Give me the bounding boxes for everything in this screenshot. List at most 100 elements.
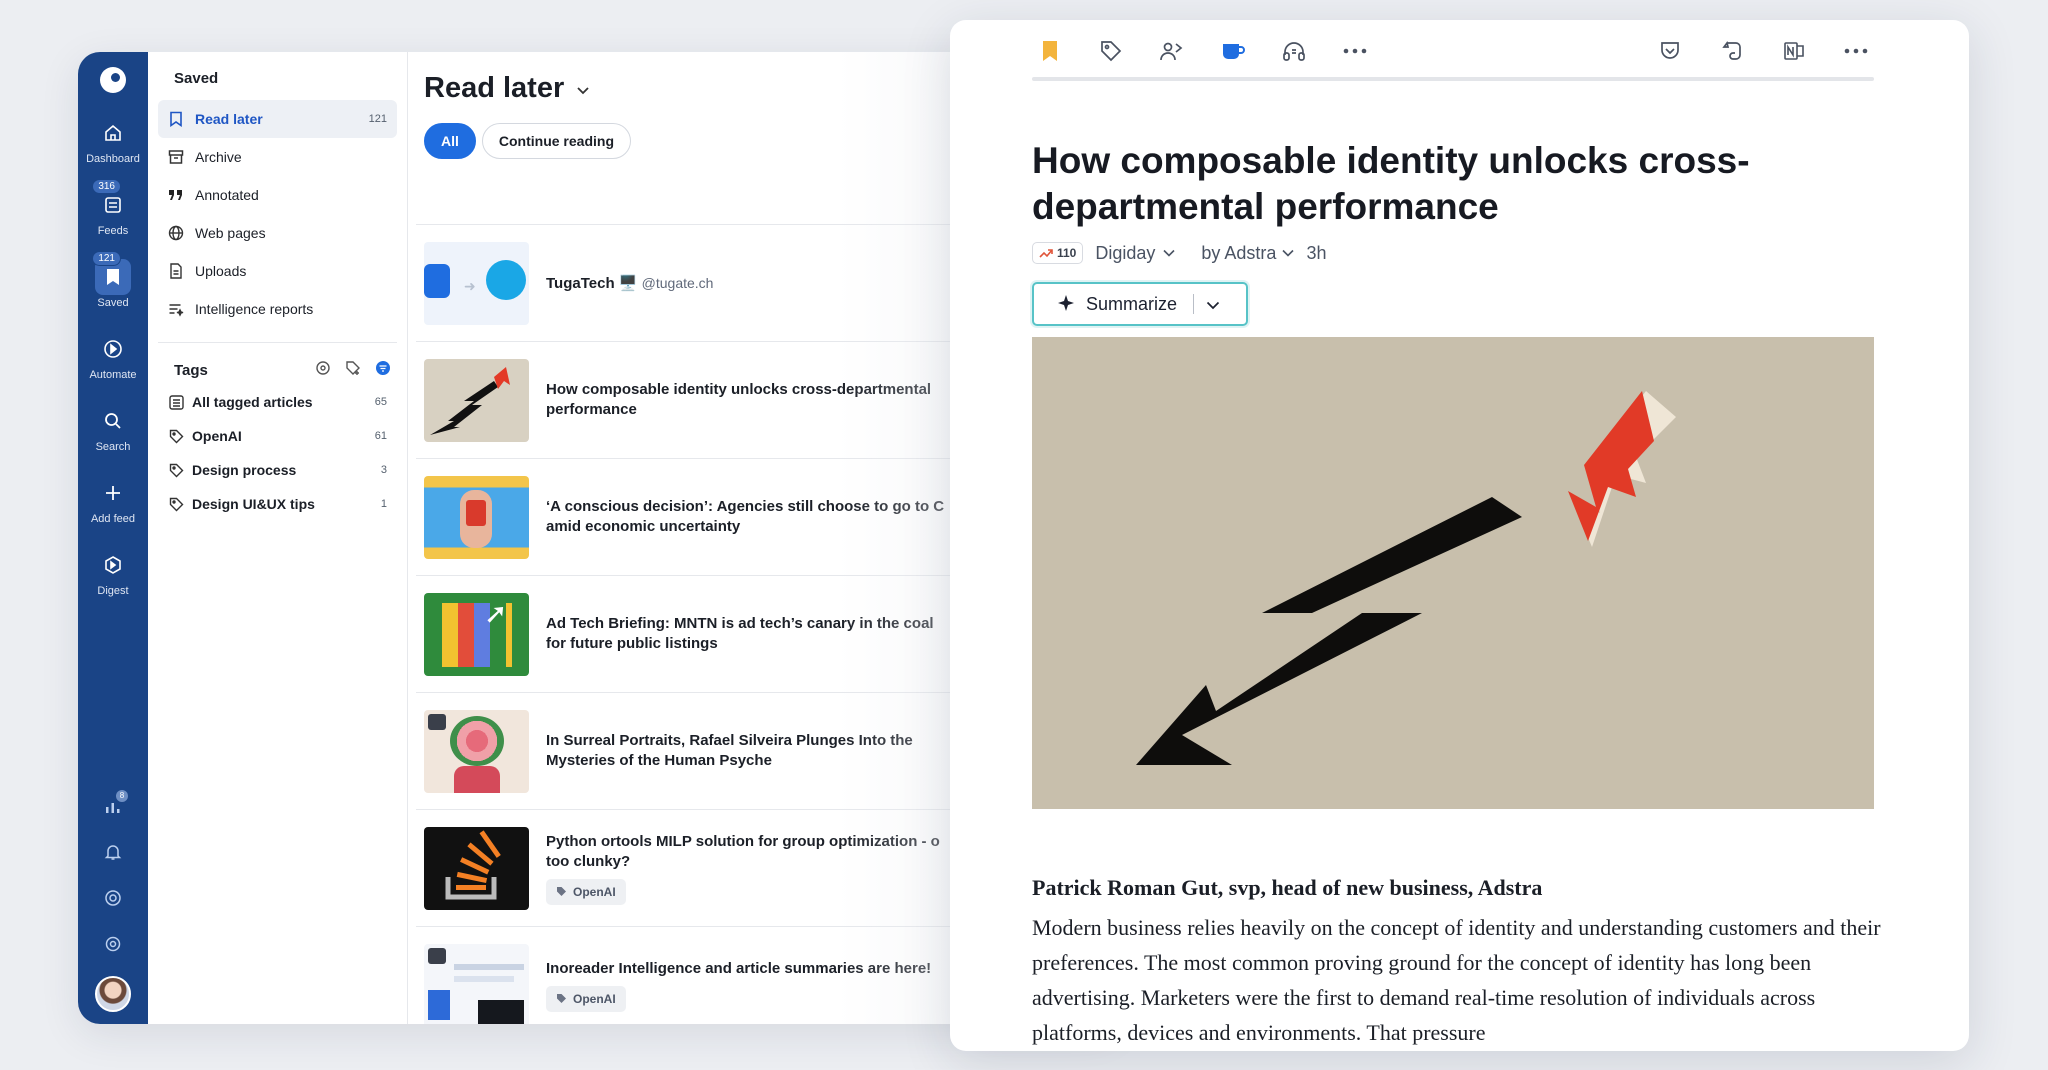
tag-icon[interactable] [1093,34,1129,68]
filter-icon[interactable] [375,360,391,381]
article-tag-label: OpenAI [573,884,616,899]
coffee-cup-icon[interactable] [1215,34,1251,68]
chip-all[interactable]: All [424,123,476,159]
article-reader: How composable identity unlocks cross-de… [950,20,1969,1051]
sidebar-item-label: Annotated [195,187,259,203]
rail-label: Add feed [90,513,136,525]
page-title: Read later [424,72,565,104]
article-title: Inoreader Intelligence and article summa… [546,959,932,977]
rail-label: Saved [97,297,129,309]
sidebar-item-web-pages[interactable]: Web pages [158,214,397,252]
source-dropdown[interactable]: Digiday [1095,243,1175,264]
settings-icon[interactable] [99,930,127,958]
reader-toolbar [1032,34,1874,68]
bookmark-icon [166,109,186,129]
list-item[interactable]: Python ortools MILP solution for group o… [416,809,976,926]
tag-label: Design UI&UX tips [192,496,315,512]
pocket-icon[interactable] [1652,34,1688,68]
add-tag-icon[interactable] [345,360,361,381]
rail-item-add-feed[interactable]: Add feed [78,475,148,525]
rail-item-dashboard[interactable]: Dashboard [78,115,148,165]
tag-item-openai[interactable]: OpenAI 61 [158,419,397,453]
article-tag-chip[interactable]: OpenAI [546,878,626,905]
article-thumbnail [424,709,529,793]
rail-item-feeds[interactable]: 316 Feeds [78,179,148,237]
article-thumbnail: ➜ [424,241,529,325]
help-icon[interactable] [99,884,127,912]
sidebar-item-label: Archive [195,149,242,165]
reading-progress-bar [1032,77,1874,81]
tag-count: 65 [374,396,387,408]
sidebar-item-archive[interactable]: Archive [158,138,397,176]
article-title-line2: Mysteries of the Human Psyche [546,752,772,769]
article-tag-label: OpenAI [573,991,616,1006]
article-title-line2: amid economic uncertainty [546,518,741,535]
sidebar-item-label: Intelligence reports [195,301,314,317]
list-item[interactable]: How composable identity unlocks cross-de… [416,341,976,458]
list-item[interactable]: ➜ TugaTech 🖥️ @tugate.ch [416,224,976,341]
quote-icon [166,185,186,205]
sidebar-item-annotated[interactable]: Annotated [158,176,397,214]
article-tag-chip[interactable]: OpenAI [546,985,626,1012]
feeds-count-badge: 316 [92,179,121,194]
list-item[interactable]: ‘A conscious decision’: Agencies still c… [416,458,976,575]
tag-label: All tagged articles [192,394,313,410]
article-title: Python ortools MILP solution for group o… [546,832,940,850]
list-item[interactable]: ➚ Ad Tech Briefing: MNTN is ad tech’s ca… [416,575,976,692]
summarize-label: Summarize [1086,293,1178,314]
chip-continue-reading[interactable]: Continue reading [481,123,632,159]
avatar[interactable] [95,976,131,1012]
rail-label: Dashboard [86,153,140,165]
sidebar-header: Saved [174,70,219,87]
sidebar-item-label: Web pages [195,225,266,241]
bell-icon[interactable] [99,838,127,866]
list-icon [166,394,186,410]
tag-item-all-tagged[interactable]: All tagged articles 65 [158,385,397,419]
list-item[interactable]: Inoreader Intelligence and article summa… [416,926,976,1024]
more-options-icon[interactable] [1838,34,1874,68]
headphones-icon[interactable] [1276,34,1312,68]
article-title: How composable identity unlocks cross-de… [546,381,932,398]
list-item[interactable]: In Surreal Portraits, Rafael Silveira Pl… [416,692,976,809]
rail-bottom-tools: 8 [78,790,148,1024]
rail-item-automate[interactable]: Automate [78,331,148,381]
plus-icon [95,475,131,511]
rail-item-search[interactable]: Search [78,403,148,453]
sidebar-item-intelligence-reports[interactable]: Intelligence reports [158,290,397,328]
list-title-dropdown[interactable]: Read later [424,72,590,105]
bookmark-icon[interactable] [1032,34,1068,68]
tag-icon [557,887,566,896]
article-byline: Patrick Roman Gut, svp, head of new busi… [1032,875,1543,900]
article-thumbnail: ➚ [424,592,529,676]
inoreader-logo[interactable] [100,67,126,93]
tags-title: Tags [174,361,208,379]
article-title: How composable identity unlocks cross-de… [1032,140,1750,227]
onenote-icon[interactable] [1776,34,1812,68]
sidebar-item-read-later[interactable]: Read later 121 [158,100,397,138]
tag-icon [166,463,186,478]
rail-item-digest[interactable]: Digest [78,547,148,597]
globe-icon [166,223,186,243]
chevron-down-icon [1163,249,1175,257]
stats-badge: 8 [116,790,128,802]
stats-icon[interactable]: 8 [99,790,128,820]
sidebar-item-uploads[interactable]: Uploads [158,252,397,290]
tag-item-design-ui-ux-tips[interactable]: Design UI&UX tips 1 [158,487,397,521]
saved-sidebar: Saved Read later 121 Archive Annotated W… [148,52,408,1024]
tags-header: Tags [158,355,397,385]
more-icon[interactable] [1337,34,1373,68]
tag-icon [166,497,186,512]
summarize-button[interactable]: Summarize [1032,282,1248,326]
tag-item-design-process[interactable]: Design process 3 [158,453,397,487]
rail-item-saved[interactable]: 121 Saved [78,251,148,309]
tag-settings-icon[interactable] [315,360,331,381]
tag-icon [557,994,566,1003]
article-title-line2: for future public listings [546,635,718,652]
evernote-icon[interactable] [1714,34,1750,68]
author-dropdown[interactable]: by Adstra [1201,243,1295,264]
sparkle-icon [1058,295,1074,311]
tag-label: OpenAI [192,428,242,444]
article-thumbnail [424,943,529,1024]
chevron-down-icon[interactable] [1206,294,1220,315]
share-users-icon[interactable] [1154,34,1190,68]
